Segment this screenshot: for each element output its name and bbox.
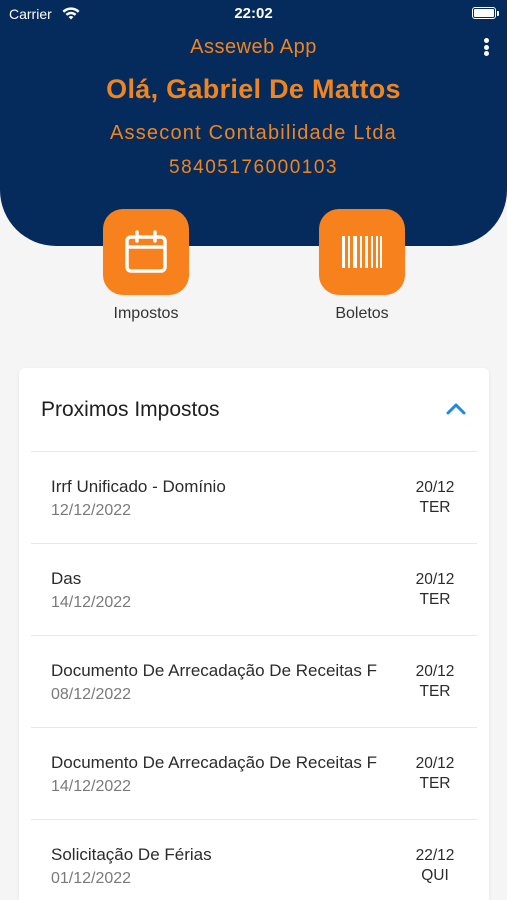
upcoming-taxes-title: Proximos Impostos	[41, 398, 220, 421]
upcoming-taxes-card: Proximos Impostos Irrf Unificado - Domín…	[19, 368, 489, 900]
boletos-button[interactable]: Boletos	[292, 209, 432, 323]
due-weekday: TER	[419, 683, 451, 700]
boletos-label: Boletos	[335, 305, 389, 322]
due-date: 20/12	[415, 663, 455, 680]
list-item[interactable]: Documento De Arrecadação De Receitas Fe …	[31, 727, 477, 819]
list-item[interactable]: Das 14/12/2022 20/12 TER	[31, 543, 477, 635]
tax-name: Das	[51, 569, 82, 588]
company-cnpj: 58405176000103	[169, 157, 338, 178]
tax-date: 08/12/2022	[51, 686, 132, 703]
status-bar: Carrier 22:02	[0, 0, 507, 30]
due-date: 22/12	[415, 847, 455, 864]
company-name: Assecont Contabilidade Ltda	[109, 122, 398, 144]
battery-tip	[497, 11, 499, 16]
tax-date: 12/12/2022	[51, 502, 132, 519]
tax-name: Documento De Arrecadação De Receitas Fe	[51, 753, 377, 772]
due-date-badge: 20/12 TER	[401, 478, 469, 518]
status-time: 22:02	[234, 5, 273, 22]
tax-name: Documento De Arrecadação De Receitas Fe	[51, 661, 377, 680]
list-item[interactable]: Irrf Unificado - Domínio 12/12/2022 20/1…	[31, 451, 477, 543]
impostos-label: Impostos	[113, 305, 179, 322]
due-weekday: TER	[419, 775, 451, 792]
due-date: 20/12	[415, 571, 455, 588]
tax-name: Irrf Unificado - Domínio	[51, 477, 226, 496]
due-date-badge: 20/12 TER	[401, 570, 469, 610]
list-item[interactable]: Documento De Arrecadação De Receitas Fe …	[31, 635, 477, 727]
tax-date: 14/12/2022	[51, 594, 132, 611]
due-date-badge: 22/12 QUI	[401, 846, 469, 886]
boletos-tile[interactable]	[319, 209, 405, 295]
battery-icon	[472, 7, 496, 19]
calendar-icon	[125, 230, 167, 273]
due-weekday: TER	[419, 591, 451, 608]
tax-date: 01/12/2022	[51, 870, 132, 887]
due-date-badge: 20/12 TER	[401, 662, 469, 702]
chevron-up-icon[interactable]	[443, 396, 469, 422]
impostos-button[interactable]: Impostos	[76, 209, 216, 323]
user-greeting: Olá, Gabriel De Mattos	[106, 74, 401, 104]
due-weekday: TER	[419, 499, 451, 516]
tax-date: 14/12/2022	[51, 778, 132, 795]
barcode-icon	[342, 236, 382, 268]
due-weekday: QUI	[421, 867, 449, 884]
due-date: 20/12	[415, 479, 455, 496]
list-item[interactable]: Solicitação De Férias 01/12/2022 22/12 Q…	[31, 819, 477, 900]
due-date-badge: 20/12 TER	[401, 754, 469, 794]
due-date: 20/12	[415, 755, 455, 772]
tax-name: Solicitação De Férias	[51, 845, 212, 864]
app-title: Asseweb App	[190, 36, 317, 58]
upcoming-taxes-header[interactable]: Proximos Impostos	[19, 368, 489, 451]
impostos-tile[interactable]	[103, 209, 189, 295]
upcoming-taxes-list: Irrf Unificado - Domínio 12/12/2022 20/1…	[31, 451, 477, 900]
